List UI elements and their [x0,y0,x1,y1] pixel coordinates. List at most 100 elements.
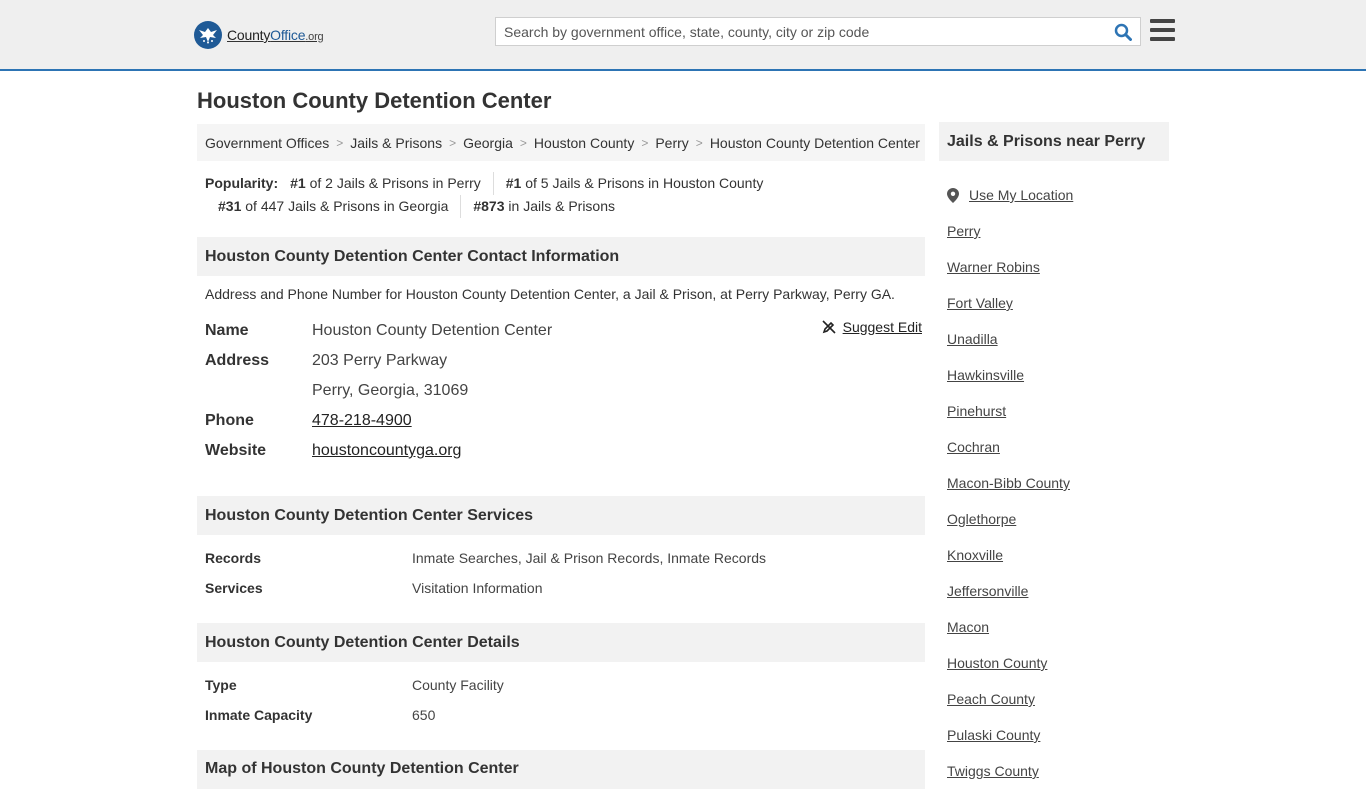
place-link[interactable]: Warner Robins [947,259,1040,275]
popularity-rank-state: #31 of 447 Jails & Prisons in Georgia [218,195,462,218]
nearby-place-macon: Macon [947,609,1169,645]
menu-button[interactable] [1150,19,1175,41]
hamburger-icon-bar [1150,28,1175,32]
place-link[interactable]: Perry [947,223,980,239]
place-link[interactable]: Oglethorpe [947,511,1016,527]
contact-heading: Houston County Detention Center Contact … [197,237,925,276]
search-box [495,17,1141,46]
website-label: Website [205,442,267,459]
services-label: Services [205,580,263,596]
nearby-place-warner-robins: Warner Robins [947,249,1169,285]
breadcrumb-separator: > [519,135,527,150]
nearby-place-pinehurst: Pinehurst [947,393,1169,429]
name-value: Houston County Detention Center [312,322,553,339]
breadcrumb-separator: > [336,135,344,150]
place-link[interactable]: Macon [947,619,989,635]
breadcrumb-georgia[interactable]: Georgia [463,135,513,151]
hamburger-icon-bar [1150,37,1175,41]
nearby-place-pulaski-county: Pulaski County [947,717,1169,753]
details-row-type: Type County Facility [205,670,925,700]
use-location-link[interactable]: Use My Location [969,187,1073,203]
breadcrumb-jails-prisons[interactable]: Jails & Prisons [350,135,442,151]
popularity-rank-city: #1 of 2 Jails & Prisons in Perry [290,172,494,195]
breadcrumb-separator: > [641,135,649,150]
phone-label: Phone [205,412,254,429]
suggest-edit[interactable]: Suggest Edit [821,319,922,335]
search-button[interactable] [1106,18,1140,45]
place-link[interactable]: Hawkinsville [947,367,1024,383]
services-value: Visitation Information [412,580,543,596]
nearby-place-peach-county: Peach County [947,681,1169,717]
breadcrumb-houston-county[interactable]: Houston County [534,135,634,151]
sidebar-heading: Jails & Prisons near Perry [939,122,1169,161]
nearby-place-cochran: Cochran [947,429,1169,465]
address-label: Address [205,352,270,369]
nearby-place-macon-bibb: Macon-Bibb County [947,465,1169,501]
phone-link[interactable]: 478-218-4900 [312,412,412,429]
type-value: County Facility [412,677,504,693]
details-row-capacity: Inmate Capacity 650 [205,700,925,730]
place-link[interactable]: Twiggs County [947,763,1039,779]
search-input[interactable] [496,18,1106,45]
search-icon [1114,23,1132,41]
nearby-place-twiggs-county: Twiggs County [947,753,1169,789]
place-link[interactable]: Jeffersonville [947,583,1028,599]
nearby-place-perry: Perry [947,213,1169,249]
nearby-place-unadilla: Unadilla [947,321,1169,357]
type-label: Type [205,677,237,693]
contact-row-website: Website houstoncountyga.org [205,436,925,466]
capacity-label: Inmate Capacity [205,707,313,723]
contact-row-address: Address 203 Perry Parkway [205,346,925,376]
nearby-place-houston-county: Houston County [947,645,1169,681]
suggest-edit-link[interactable]: Suggest Edit [843,319,922,335]
contact-row-phone: Phone 478-218-4900 [205,406,925,436]
use-location-item: Use My Location [947,177,1169,213]
place-link[interactable]: Unadilla [947,331,998,347]
services-row-records: Records Inmate Searches, Jail & Prison R… [205,543,925,573]
top-bar: CountyOffice.org [0,0,1366,71]
services-table: Records Inmate Searches, Jail & Prison R… [205,543,925,603]
place-link[interactable]: Cochran [947,439,1000,455]
place-link[interactable]: Houston County [947,655,1047,671]
website-link[interactable]: houstoncountyga.org [312,442,461,459]
contact-description: Address and Phone Number for Houston Cou… [205,286,895,302]
place-link[interactable]: Macon-Bibb County [947,475,1070,491]
breadcrumb-perry[interactable]: Perry [655,135,688,151]
nearby-place-knoxville: Knoxville [947,537,1169,573]
map-pin-icon [947,187,959,203]
capacity-value: 650 [412,707,436,723]
contact-row-address2: Perry, Georgia, 31069 [205,376,925,406]
nearby-place-oglethorpe: Oglethorpe [947,501,1169,537]
breadcrumb-current: Houston County Detention Center [709,134,920,151]
popularity-ranks: Popularity: #1 of 2 Jails & Prisons in P… [205,172,925,218]
records-label: Records [205,550,262,566]
services-row-services: Services Visitation Information [205,573,925,603]
nearby-place-hawkinsville: Hawkinsville [947,357,1169,393]
address-line2: Perry, Georgia, 31069 [312,382,469,399]
edit-off-icon [822,320,836,334]
records-value: Inmate Searches, Jail & Prison Records, … [412,550,767,566]
address-line1: 203 Perry Parkway [312,352,448,369]
details-heading: Houston County Detention Center Details [197,623,925,662]
place-link[interactable]: Pinehurst [947,403,1006,419]
nearby-place-jeffersonville: Jeffersonville [947,573,1169,609]
page-title: Houston County Detention Center [197,88,552,113]
eagle-seal-icon [194,21,222,49]
breadcrumb: Government Offices > Jails & Prisons > G… [197,124,925,161]
name-label: Name [205,322,249,339]
place-link[interactable]: Pulaski County [947,727,1040,743]
hamburger-icon-bar [1150,19,1175,23]
nearby-place-fort-valley: Fort Valley [947,285,1169,321]
place-link[interactable]: Knoxville [947,547,1003,563]
contact-row-name: Name Houston County Detention Center [205,316,925,346]
site-logo[interactable]: CountyOffice.org [194,20,324,50]
popularity-label: Popularity: [205,175,279,191]
place-link[interactable]: Fort Valley [947,295,1013,311]
nearby-sidebar: Jails & Prisons near Perry Use My Locati… [939,122,1169,789]
popularity-rank-county: #1 of 5 Jails & Prisons in Houston Count… [505,175,764,191]
breadcrumb-separator: > [695,135,703,150]
place-link[interactable]: Peach County [947,691,1035,707]
details-table: Type County Facility Inmate Capacity 650 [205,670,925,730]
breadcrumb-government-offices[interactable]: Government Offices [205,135,329,151]
popularity-rank-national: #873 in Jails & Prisons [473,198,615,214]
